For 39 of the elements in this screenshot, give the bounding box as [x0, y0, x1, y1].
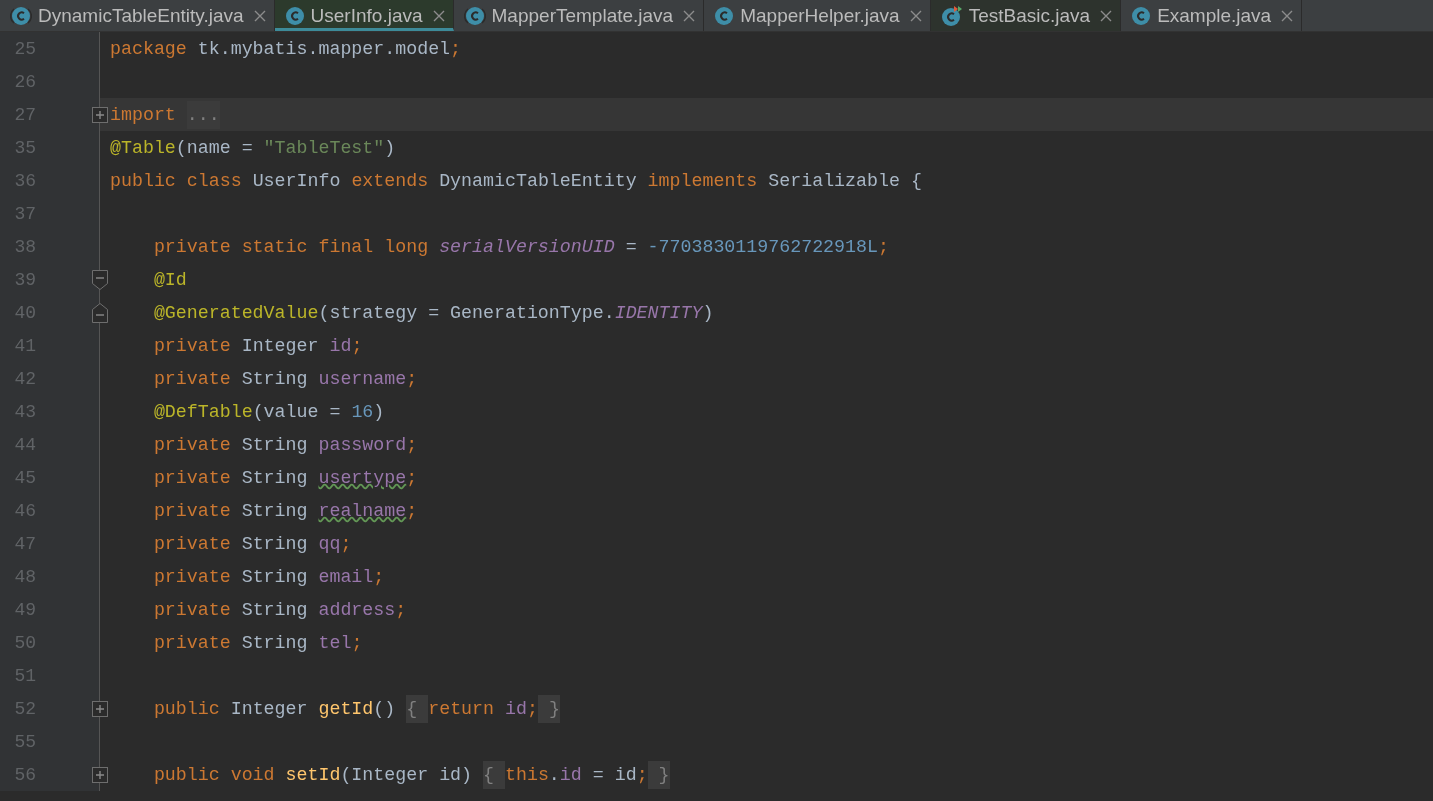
- test-class-icon: [940, 4, 963, 27]
- abstract-class-icon: [463, 5, 486, 26]
- close-icon[interactable]: [432, 9, 445, 22]
- code-line: private String password;: [152, 434, 418, 455]
- fold-collapse-icon[interactable]: [92, 269, 108, 290]
- code-line: package tk.mybatis.mapper.model;: [110, 38, 462, 59]
- editor-tab[interactable]: MapperTemplate.java: [453, 0, 705, 31]
- code-line: private String usertype;: [152, 467, 418, 488]
- code-line: @DefTable(value = 16): [152, 401, 385, 422]
- code-line: private String address;: [152, 599, 407, 620]
- fold-collapse-icon[interactable]: [92, 302, 108, 323]
- class-icon: [284, 5, 305, 26]
- code-line: public class UserInfo extends DynamicTableEntity implements Serializable {: [110, 170, 922, 191]
- code-line: @Table(name = "TableTest"): [110, 137, 396, 158]
- close-icon[interactable]: [909, 9, 922, 22]
- code-line: private String email;: [152, 566, 385, 587]
- fold-expand-icon[interactable]: [92, 106, 108, 123]
- editor-tab[interactable]: UserInfo.java: [274, 0, 454, 31]
- editor-tab[interactable]: TestBasic.java: [930, 0, 1122, 31]
- editor-tab[interactable]: Example.java: [1121, 0, 1303, 31]
- editor-tab[interactable]: MapperHelper.java: [704, 0, 931, 31]
- code-line: private String tel;: [152, 632, 363, 653]
- abstract-class-icon: [10, 5, 32, 26]
- code-line: private String realname;: [152, 500, 418, 521]
- code-line: private String username;: [152, 368, 418, 389]
- code-line: @GeneratedValue(strategy = GenerationType.IDENTITY): [152, 302, 714, 323]
- editor-tab[interactable]: DynamicTableEntity.java: [0, 0, 275, 31]
- fold-expand-icon[interactable]: [92, 700, 108, 717]
- code-line: @Id: [152, 269, 187, 290]
- code-line: private Integer id;: [152, 335, 363, 356]
- close-icon[interactable]: [253, 9, 266, 22]
- close-icon[interactable]: [1281, 9, 1294, 22]
- class-icon: [714, 5, 735, 26]
- close-icon[interactable]: [683, 9, 696, 22]
- code-line: private String qq;: [152, 533, 352, 554]
- class-icon: [1131, 5, 1152, 26]
- close-icon[interactable]: [1100, 9, 1113, 22]
- fold-expand-icon[interactable]: [92, 766, 108, 783]
- code-line: private static final long serialVersionUID = -7703830119762722918L;: [152, 236, 889, 257]
